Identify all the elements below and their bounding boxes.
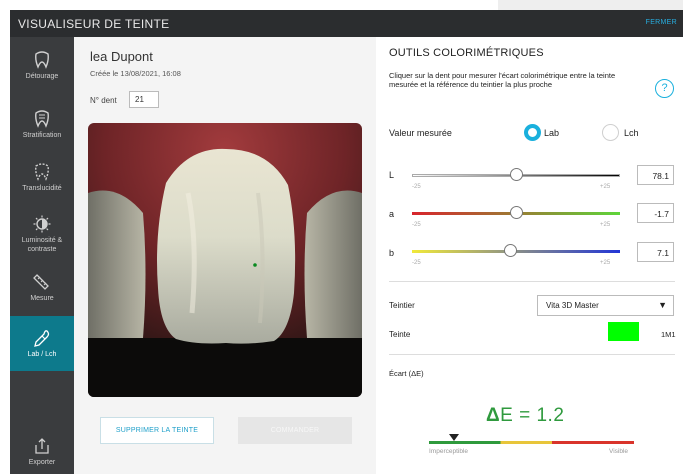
sidebar-item-label: Translucidité <box>22 185 62 192</box>
slider-b-thumb[interactable] <box>503 244 517 257</box>
sidebar-item-lab-lch[interactable]: Lab / Lch <box>10 316 74 371</box>
sidebar-item-stratification[interactable]: Stratification <box>10 110 74 152</box>
measured-value-label: Valeur mesurée <box>389 128 452 138</box>
shade-value: 1M1 <box>661 330 676 339</box>
scale-max-label: Visible <box>609 448 629 455</box>
help-button[interactable]: ? <box>655 79 674 98</box>
delta-e-value: E = 1.2 <box>500 405 565 426</box>
lch-radio-label: Lch <box>624 128 639 138</box>
ruler-icon <box>33 274 49 290</box>
divider <box>389 281 675 282</box>
slider-l-max: +25 <box>600 184 611 190</box>
sidebar-item-label: Mesure <box>30 295 54 302</box>
slider-l-label: L <box>389 170 395 180</box>
creation-date: Créée le 13/08/2021, 16:08 <box>90 69 181 78</box>
tooth-translucent-icon <box>35 163 49 181</box>
sidebar-item-label: Luminosité & contraste <box>21 237 63 253</box>
patient-panel: lea Dupont Créée le 13/08/2021, 16:08 N°… <box>74 37 376 474</box>
caret-down-icon: ▼ <box>658 300 667 310</box>
export-label: Exporter <box>28 459 56 466</box>
delta-symbol: Δ <box>486 405 501 426</box>
title-bar: VISUALISEUR DE TEINTE FERMER <box>10 10 683 37</box>
lab-radio-label: Lab <box>544 128 560 138</box>
tools-description: Cliquer sur la dent pour mesurer l'écart… <box>389 71 616 89</box>
shade-guide-select[interactable]: Vita 3D Master ▼ <box>537 295 674 316</box>
divider <box>389 354 675 355</box>
delta-e-readout: ΔE = 1.2 <box>486 405 564 427</box>
shade-guide-label: Teintier <box>389 301 415 310</box>
shade-swatch <box>608 322 639 341</box>
sidebar-item-label: Lab / Lch <box>27 351 57 358</box>
slider-a-thumb[interactable] <box>510 206 523 219</box>
brightness-contrast-icon <box>33 215 51 233</box>
slider-a-max: +25 <box>600 222 611 228</box>
close-button[interactable]: FERMER <box>646 19 677 26</box>
slider-b-label: b <box>389 248 395 258</box>
slider-l-value[interactable]: 78.1 <box>637 165 674 185</box>
sidebar-item-mesure[interactable]: Mesure <box>10 273 74 315</box>
sidebar-item-detourage[interactable]: Détourage <box>10 51 74 93</box>
tooth-number-label: N° dent <box>90 96 117 105</box>
sidebar-item-luminosite[interactable]: Luminosité & contraste <box>10 215 74 267</box>
tooth-layers-icon <box>35 110 49 128</box>
pipette-icon <box>34 330 50 347</box>
tooth-outline-icon <box>35 51 49 69</box>
tooth-image[interactable] <box>88 123 362 397</box>
sidebar-item-translucidite[interactable]: Translucidité <box>10 163 74 205</box>
deviation-label: Écart (ΔE) <box>389 369 424 378</box>
tools-title: OUTILS COLORIMÉTRIQUES <box>389 47 544 59</box>
colorimetric-tools-panel: OUTILS COLORIMÉTRIQUES Cliquer sur la de… <box>376 37 683 474</box>
shade-guide-value: Vita 3D Master <box>546 301 599 310</box>
slider-b-max: +25 <box>600 260 611 266</box>
lch-radio[interactable] <box>602 124 619 141</box>
tooth-number-field[interactable]: 21 <box>129 91 159 108</box>
slider-a-value[interactable]: -1.7 <box>637 203 674 223</box>
delete-shade-button[interactable]: SUPPRIMER LA TEINTE <box>100 417 214 444</box>
slider-a-min: -25 <box>412 222 421 228</box>
patient-name: lea Dupont <box>90 49 153 64</box>
order-button[interactable]: COMMANDER <box>238 417 352 444</box>
slider-a-label: a <box>389 209 395 219</box>
lab-radio[interactable] <box>524 124 541 141</box>
top-strip <box>498 0 683 10</box>
shade-label: Teinte <box>389 330 411 339</box>
sidebar: Détourage Stratification Translucidité L… <box>10 37 74 474</box>
slider-b-value[interactable]: 7.1 <box>637 242 674 262</box>
sidebar-item-label: Stratification <box>22 132 62 139</box>
slider-l-min: -25 <box>412 184 421 190</box>
tooth-photo[interactable] <box>88 123 362 397</box>
sidebar-item-label: Détourage <box>25 73 59 80</box>
slider-l-thumb[interactable] <box>510 168 523 181</box>
window-title: VISUALISEUR DE TEINTE <box>18 17 170 31</box>
scale-min-label: Imperceptible <box>429 448 469 455</box>
slider-b-min: -25 <box>412 260 421 266</box>
export-icon <box>35 438 49 454</box>
export-button[interactable]: Exporter <box>10 437 74 471</box>
perceptibility-scale <box>429 441 634 444</box>
